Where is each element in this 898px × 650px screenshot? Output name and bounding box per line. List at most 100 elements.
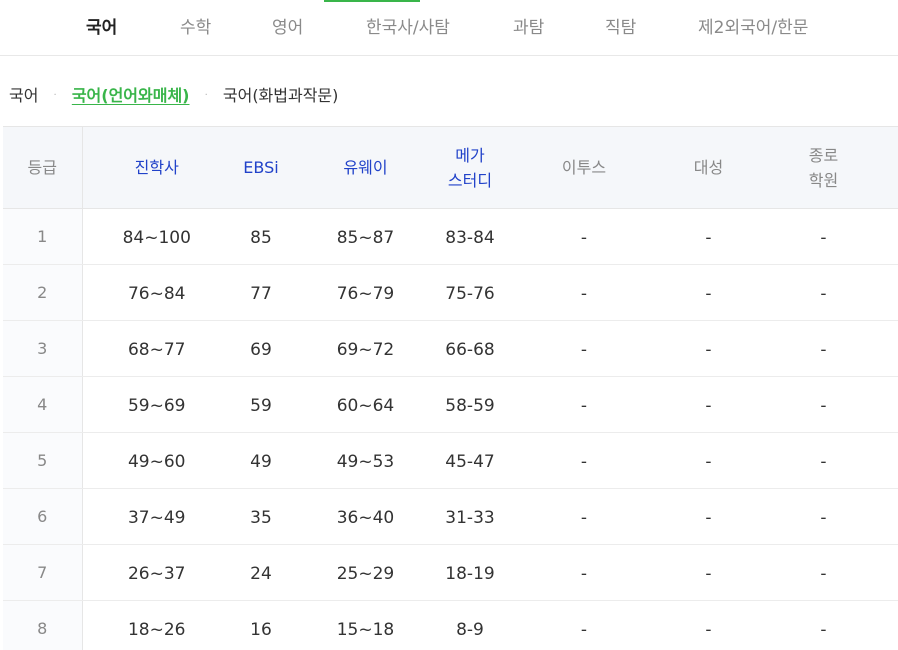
table-row: 2 76~84 77 76~79 75-76 - - - <box>3 264 898 321</box>
cell-grade: 8 <box>3 600 83 650</box>
cell-grade: 5 <box>3 432 83 489</box>
cell-daesung: - <box>668 432 749 489</box>
table-row: 5 49~60 49 49~53 45-47 - - - <box>3 432 898 489</box>
cell-grade: 2 <box>3 264 83 321</box>
cell-grade: 3 <box>3 320 83 377</box>
cell-daesung: - <box>668 544 749 601</box>
cell-jinhak: 26~37 <box>82 544 231 601</box>
cell-daesung: - <box>668 320 749 377</box>
cell-jinhak: 37~49 <box>82 488 231 545</box>
cell-uway: 76~79 <box>291 264 440 321</box>
tab-second-language[interactable]: 제2외국어/한문 <box>698 0 808 56</box>
header-etoos: 이투스 <box>500 126 668 209</box>
tab-korean[interactable]: 국어 <box>86 0 117 56</box>
subject-tab-bar: 국어 수학 영어 한국사/사탐 과탐 직탐 제2외국어/한문 <box>0 0 898 56</box>
cell-ebsi: 24 <box>231 544 291 601</box>
cell-jinhak: 18~26 <box>82 600 231 650</box>
cell-jongro: - <box>749 600 898 650</box>
cell-grade: 6 <box>3 488 83 545</box>
cell-uway: 25~29 <box>291 544 440 601</box>
cell-daesung: - <box>668 264 749 321</box>
cell-ebsi: 16 <box>231 600 291 650</box>
cell-jongro: - <box>749 544 898 601</box>
cell-jinhak: 59~69 <box>82 376 231 433</box>
header-daesung: 대성 <box>668 126 749 209</box>
cell-etoos: - <box>500 600 668 650</box>
cell-jinhak: 84~100 <box>82 208 231 265</box>
cell-ebsi: 35 <box>231 488 291 545</box>
cell-grade: 4 <box>3 376 83 433</box>
cell-daesung: - <box>668 600 749 650</box>
cell-daesung: - <box>668 488 749 545</box>
cell-ebsi: 49 <box>231 432 291 489</box>
cell-etoos: - <box>500 432 668 489</box>
table-body: 1 84~100 85 85~87 83-84 - - - 2 76~84 77… <box>3 208 898 650</box>
cell-etoos: - <box>500 544 668 601</box>
header-megastudy-line1: 메가 <box>455 145 485 165</box>
subnav-separator: · <box>204 89 208 101</box>
cell-jongro: - <box>749 488 898 545</box>
cell-uway: 69~72 <box>291 320 440 377</box>
cell-megastudy: 58-59 <box>440 376 500 433</box>
header-ebsi: EBSi <box>231 126 291 209</box>
cell-megastudy: 31-33 <box>440 488 500 545</box>
cell-uway: 49~53 <box>291 432 440 489</box>
cell-ebsi: 59 <box>231 376 291 433</box>
cell-jongro: - <box>749 264 898 321</box>
tab-korean-history-social[interactable]: 한국사/사탐 <box>366 0 450 56</box>
header-jongro-line2: 학원 <box>808 170 839 190</box>
cell-megastudy: 75-76 <box>440 264 500 321</box>
subnav-item-language-media[interactable]: 국어(언어와매체) <box>72 81 190 111</box>
cell-ebsi: 85 <box>231 208 291 265</box>
table-row: 8 18~26 16 15~18 8-9 - - - <box>3 600 898 650</box>
table-row: 1 84~100 85 85~87 83-84 - - - <box>3 208 898 265</box>
tab-english[interactable]: 영어 <box>272 0 303 56</box>
cell-uway: 60~64 <box>291 376 440 433</box>
cell-jongro: - <box>749 208 898 265</box>
sub-category-nav: 국어 · 국어(언어와매체) · 국어(화법과작문) <box>9 80 338 110</box>
cell-jongro: - <box>749 432 898 489</box>
cell-ebsi: 69 <box>231 320 291 377</box>
cell-uway: 36~40 <box>291 488 440 545</box>
cell-uway: 15~18 <box>291 600 440 650</box>
table-row: 4 59~69 59 60~64 58-59 - - - <box>3 376 898 433</box>
cell-jinhak: 49~60 <box>82 432 231 489</box>
tab-vocational[interactable]: 직탐 <box>605 0 636 56</box>
cell-uway: 85~87 <box>291 208 440 265</box>
header-jongro-line1: 종로 <box>808 145 839 165</box>
table-row: 6 37~49 35 36~40 31-33 - - - <box>3 488 898 545</box>
cell-megastudy: 45-47 <box>440 432 500 489</box>
cell-megastudy: 8-9 <box>440 600 500 650</box>
cell-etoos: - <box>500 320 668 377</box>
cell-megastudy: 83-84 <box>440 208 500 265</box>
tab-science[interactable]: 과탐 <box>513 0 544 56</box>
cell-jinhak: 76~84 <box>82 264 231 321</box>
header-grade: 등급 <box>3 126 83 209</box>
cell-megastudy: 66-68 <box>440 320 500 377</box>
cell-ebsi: 77 <box>231 264 291 321</box>
header-jinhak: 진학사 <box>82 126 231 209</box>
header-megastudy: 메가 스터디 <box>440 126 500 209</box>
subnav-item-korean[interactable]: 국어 <box>9 81 38 111</box>
header-jongro: 종로 학원 <box>749 126 898 209</box>
cell-grade: 1 <box>3 208 83 265</box>
cell-jongro: - <box>749 376 898 433</box>
grade-cutoff-table: 등급 진학사 EBSi 유웨이 메가 스터디 이투스 대성 종로 학원 1 84… <box>3 126 898 650</box>
header-uway: 유웨이 <box>291 126 440 209</box>
header-megastudy-line2: 스터디 <box>447 170 493 190</box>
cell-daesung: - <box>668 376 749 433</box>
cell-megastudy: 18-19 <box>440 544 500 601</box>
cell-grade: 7 <box>3 544 83 601</box>
cell-daesung: - <box>668 208 749 265</box>
table-row: 3 68~77 69 69~72 66-68 - - - <box>3 320 898 377</box>
table-header-row: 등급 진학사 EBSi 유웨이 메가 스터디 이투스 대성 종로 학원 <box>3 126 898 209</box>
cell-etoos: - <box>500 488 668 545</box>
cell-jinhak: 68~77 <box>82 320 231 377</box>
cell-etoos: - <box>500 208 668 265</box>
tab-math[interactable]: 수학 <box>180 0 211 56</box>
cell-etoos: - <box>500 264 668 321</box>
subnav-item-speech-writing[interactable]: 국어(화법과작문) <box>223 81 339 111</box>
table-row: 7 26~37 24 25~29 18-19 - - - <box>3 544 898 601</box>
cell-jongro: - <box>749 320 898 377</box>
cell-etoos: - <box>500 376 668 433</box>
